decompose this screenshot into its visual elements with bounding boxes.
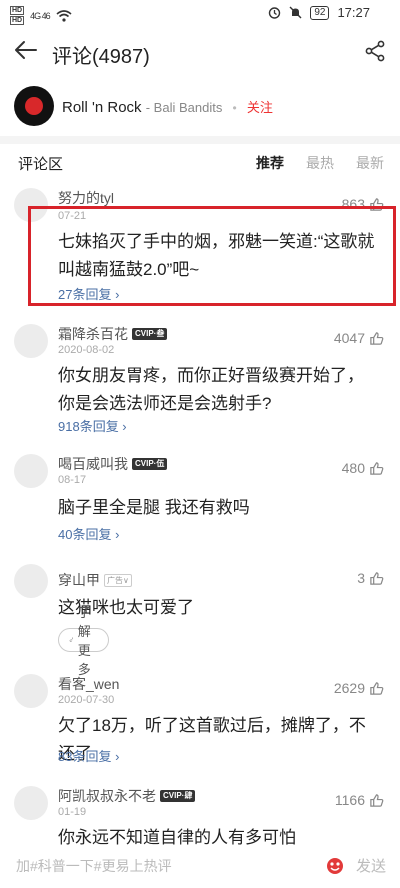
- learn-more-button[interactable]: 了解更多: [58, 605, 110, 677]
- comment-date: 01-19: [58, 806, 87, 818]
- wifi-icon: [56, 9, 72, 22]
- sort-tabs: 推荐 最热 最新: [256, 153, 384, 173]
- avatar[interactable]: [14, 786, 48, 820]
- like-count: 4047: [333, 330, 365, 346]
- comment-author[interactable]: 看客_wen: [58, 674, 119, 694]
- comment-date: 2020-07-30: [58, 694, 115, 706]
- comment-item[interactable]: 看客_wen 2020-07-30 2629 欠了18万，听了这首歌过后，摊牌了…: [0, 674, 400, 774]
- emoji-icon[interactable]: [324, 854, 346, 876]
- thumb-up-icon: [370, 461, 384, 475]
- comment-date: 2020-08-02: [58, 344, 115, 356]
- comment-date: 08-17: [58, 474, 87, 486]
- comment-text: 你永远不知道自律的人有多可怕: [58, 828, 296, 846]
- signal-text: 4G 46: [30, 10, 51, 21]
- comment-author[interactable]: 阿凯叔叔永不老 CVIP·肆: [58, 786, 196, 806]
- reply-count-link[interactable]: 918条回复 ›: [58, 416, 127, 435]
- bell-mute-icon: [289, 6, 302, 19]
- link-icon: [69, 637, 74, 642]
- comment-author[interactable]: 霜降杀百花 CVIP·叁: [58, 324, 168, 344]
- status-bar: HD HD 4G 46 92 17:27: [0, 0, 400, 26]
- comment-input-bar: 加#科普一下#更易上热评 发送: [0, 846, 400, 888]
- avatar[interactable]: [14, 454, 48, 488]
- thumb-up-icon: [370, 681, 384, 695]
- clock: 17:27: [337, 5, 370, 20]
- like-button[interactable]: 1166: [335, 792, 384, 808]
- vip-badge: CVIP·叁: [132, 328, 168, 340]
- comment-item[interactable]: 霜降杀百花 CVIP·叁 2020-08-02 4047 你女朋友胃疼，而你正好…: [0, 324, 400, 436]
- comment-input[interactable]: 加#科普一下#更易上热评: [16, 856, 172, 876]
- header: 评论(4987): [0, 26, 400, 78]
- comment-item[interactable]: 阿凯叔叔永不老 CVIP·肆 01-19 1166 你永远不知道自律的人有多可怕: [0, 786, 400, 846]
- comment-text: 这猫咪也太可爱了: [58, 598, 194, 617]
- hd-tag-2: HD: [10, 16, 25, 25]
- comment-author[interactable]: 努力的tyl: [58, 188, 114, 208]
- like-count: 1166: [334, 792, 365, 808]
- comment-section-header: 评论区 推荐 最热 最新: [0, 144, 400, 180]
- thumb-up-icon: [370, 793, 384, 807]
- avatar[interactable]: [14, 564, 48, 598]
- thumb-up-icon: [370, 331, 384, 345]
- like-count: 3: [357, 570, 365, 586]
- like-button[interactable]: 3: [357, 570, 384, 586]
- reply-count-link[interactable]: 40条回复 ›: [58, 524, 119, 543]
- tab-hottest[interactable]: 最热: [306, 153, 334, 173]
- page-title: 评论(4987): [52, 46, 150, 68]
- like-count: 480: [341, 460, 365, 476]
- alarm-icon: [269, 7, 281, 19]
- separator-dot: •: [232, 101, 237, 115]
- song-name: Roll 'n Rock: [62, 99, 142, 116]
- reply-count-link[interactable]: 83条回复 ›: [58, 746, 119, 765]
- thumb-up-icon: [370, 571, 384, 585]
- like-button[interactable]: 480: [342, 460, 384, 476]
- avatar[interactable]: [14, 324, 48, 358]
- comment-item[interactable]: 喝百威叫我 CVIP·伍 08-17 480 脑子里全是腿 我还有救吗 40条回…: [0, 454, 400, 542]
- section-divider: [0, 136, 400, 144]
- tab-recommended[interactable]: 推荐: [256, 153, 284, 173]
- comment-text: 你女朋友胃疼，而你正好晋级赛开始了，你是会选法师还是会选射手?: [58, 366, 364, 413]
- like-button[interactable]: 4047: [334, 330, 384, 346]
- album-disc-icon[interactable]: [14, 86, 54, 126]
- song-title-line: Roll 'n Rock - Bali Bandits • 关注: [62, 97, 273, 116]
- share-icon[interactable]: [364, 40, 386, 62]
- like-count: 2629: [333, 680, 365, 696]
- vip-badge: CVIP·伍: [132, 458, 168, 470]
- song-info-row[interactable]: Roll 'n Rock - Bali Bandits • 关注: [0, 80, 400, 134]
- follow-button[interactable]: 关注: [247, 100, 273, 115]
- song-artist[interactable]: - Bali Bandits: [146, 100, 223, 115]
- comment-text: 脑子里全是腿 我还有救吗: [58, 498, 250, 517]
- tab-newest[interactable]: 最新: [356, 153, 384, 173]
- arrow-left-icon[interactable]: [12, 36, 40, 64]
- comment-author[interactable]: 喝百威叫我 CVIP·伍: [58, 454, 168, 474]
- avatar[interactable]: [14, 674, 48, 708]
- comment-author[interactable]: 穿山甲 广告∨: [58, 570, 132, 590]
- ad-tag[interactable]: 广告∨: [104, 573, 132, 587]
- learn-more-label: 了解更多: [77, 605, 91, 677]
- highlight-box: [28, 206, 396, 306]
- hd-tag-1: HD: [10, 6, 25, 15]
- vip-badge: CVIP·肆: [160, 790, 196, 802]
- ad-comment-item[interactable]: 穿山甲 广告∨ 3 这猫咪也太可爱了 了解更多: [0, 564, 400, 677]
- battery-level: 92: [310, 5, 330, 20]
- section-title: 评论区: [18, 156, 64, 173]
- send-button[interactable]: 发送: [356, 855, 386, 876]
- like-button[interactable]: 2629: [334, 680, 384, 696]
